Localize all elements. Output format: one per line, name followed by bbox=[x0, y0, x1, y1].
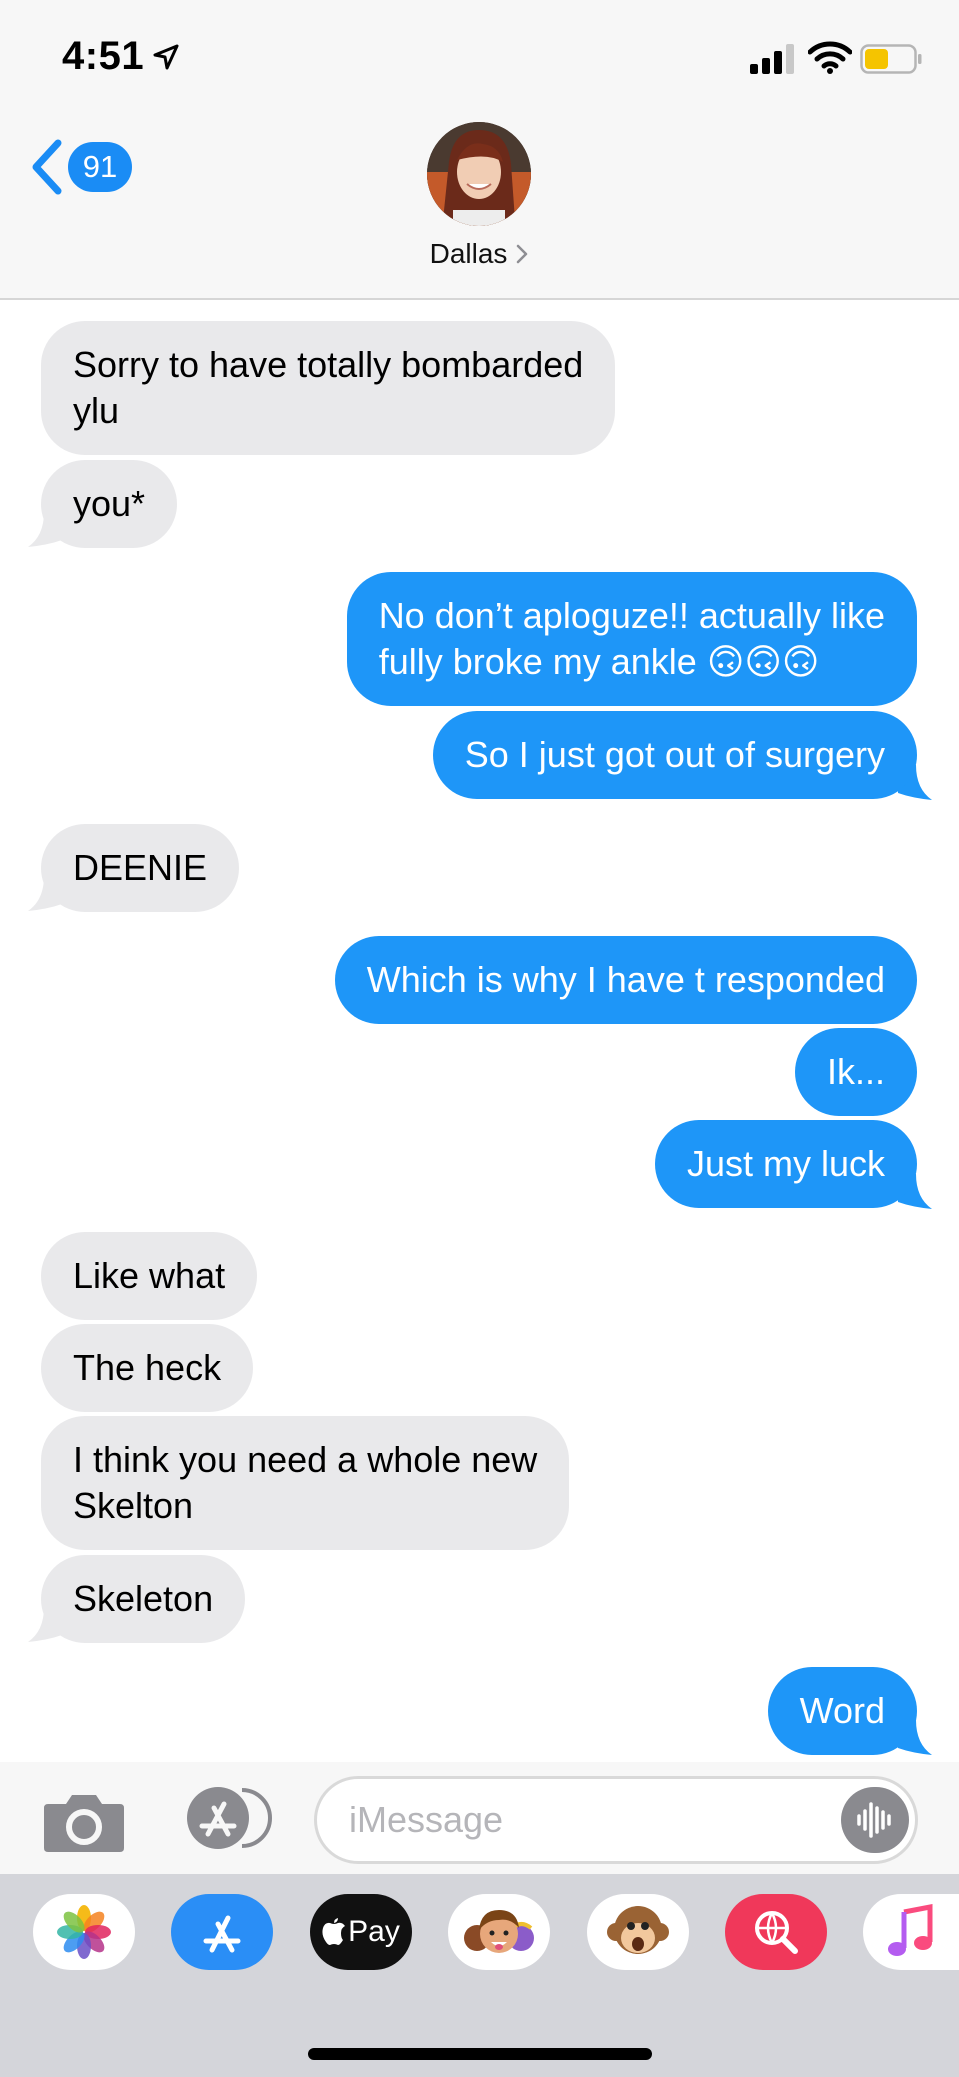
web-images-app-button[interactable] bbox=[725, 1894, 827, 1970]
globe-search-icon bbox=[755, 1911, 798, 1954]
message-line: Skelton bbox=[73, 1485, 194, 1526]
location-arrow-icon bbox=[153, 44, 179, 70]
received-message-bubble[interactable]: Sorry to have totally bombarded ylu bbox=[41, 321, 616, 455]
sent-message-bubble[interactable]: Ik... bbox=[794, 1028, 917, 1116]
sent-message-bubble[interactable]: Word bbox=[767, 1667, 917, 1755]
home-indicator[interactable] bbox=[308, 2048, 652, 2060]
unread-count-badge: 91 bbox=[68, 142, 132, 192]
back-button[interactable]: 91 bbox=[30, 138, 132, 196]
message-line: Ik... bbox=[826, 1051, 885, 1092]
apple-pay-app-button[interactable]: Pay bbox=[310, 1894, 412, 1970]
message-line: Which is why I have t responded bbox=[366, 959, 885, 1000]
cellular-signal-icon bbox=[750, 44, 794, 74]
message-line: Sorry to have totally bombarded bbox=[73, 344, 584, 385]
message-line: Skeleton bbox=[73, 1578, 214, 1619]
received-message-bubble[interactable]: Like what bbox=[41, 1232, 258, 1320]
memoji-app-button[interactable] bbox=[448, 1894, 550, 1970]
received-message-bubble[interactable]: The heck bbox=[41, 1324, 254, 1412]
message-line: So I just got out of surgery bbox=[464, 734, 885, 775]
message-line: fully broke my ankle 🙃🙃🙃 bbox=[378, 641, 820, 682]
chevron-left-icon bbox=[32, 139, 62, 195]
apple-pay-label: Pay bbox=[348, 1915, 400, 1948]
conversation-header: 91 Dallas bbox=[0, 120, 959, 300]
message-line: Like what bbox=[73, 1255, 226, 1296]
message-line: you* bbox=[73, 483, 146, 524]
sent-message-bubble[interactable]: Just my luck bbox=[654, 1120, 917, 1208]
received-message-bubble[interactable]: Skeleton bbox=[41, 1555, 246, 1643]
received-message-bubble[interactable]: you* bbox=[41, 460, 178, 548]
memoji-icon bbox=[464, 1910, 534, 1953]
message-line: I think you need a whole new bbox=[73, 1439, 538, 1480]
imessage-input[interactable]: iMessage bbox=[314, 1776, 918, 1864]
audio-message-button[interactable] bbox=[841, 1787, 909, 1853]
message-line: ylu bbox=[73, 390, 120, 431]
app-store-logo-icon bbox=[203, 1915, 241, 1953]
imessage-placeholder: iMessage bbox=[349, 1799, 504, 1840]
received-message-bubble[interactable]: DEENIE bbox=[41, 824, 240, 912]
animoji-app-button[interactable] bbox=[587, 1894, 689, 1970]
message-input-bar: iMessage bbox=[0, 1762, 959, 1874]
status-time: 4:51 bbox=[62, 34, 145, 78]
battery-icon bbox=[860, 44, 922, 74]
message-line: Word bbox=[799, 1690, 885, 1731]
photos-app-button[interactable] bbox=[33, 1894, 135, 1970]
message-line: Just my luck bbox=[686, 1143, 885, 1184]
wifi-icon bbox=[808, 41, 852, 74]
chevron-right-icon bbox=[517, 244, 528, 264]
photos-icon bbox=[57, 1905, 111, 1959]
camera-icon[interactable] bbox=[42, 1792, 126, 1854]
message-line: The heck bbox=[73, 1347, 222, 1388]
music-note-icon bbox=[888, 1904, 933, 1956]
app-store-icon[interactable] bbox=[178, 1784, 272, 1852]
sent-message-bubble[interactable]: So I just got out of surgery bbox=[432, 711, 917, 799]
avatar-photo bbox=[427, 122, 531, 226]
received-message-bubble[interactable]: I think you need a whole new Skelton bbox=[41, 1416, 570, 1550]
message-line: No don’t aploguze!! actually like bbox=[378, 595, 885, 636]
sent-message-bubble[interactable]: Which is why I have t responded bbox=[334, 936, 917, 1024]
sent-message-bubble[interactable]: No don’t aploguze!! actually like fully … bbox=[346, 572, 917, 706]
monkey-icon bbox=[607, 1906, 669, 1954]
message-line: DEENIE bbox=[73, 847, 208, 888]
contact-avatar[interactable] bbox=[427, 122, 531, 226]
waveform-icon bbox=[857, 1802, 891, 1838]
music-app-button[interactable] bbox=[863, 1894, 959, 1970]
contact-name: Dallas bbox=[429, 238, 508, 269]
app-store-app-button[interactable] bbox=[171, 1894, 273, 1970]
contact-name-button[interactable]: Dallas bbox=[0, 238, 959, 270]
app-drawer: Pay bbox=[0, 1874, 959, 2077]
apple-logo-icon bbox=[322, 1918, 346, 1945]
status-bar: 4:51 bbox=[0, 0, 959, 120]
